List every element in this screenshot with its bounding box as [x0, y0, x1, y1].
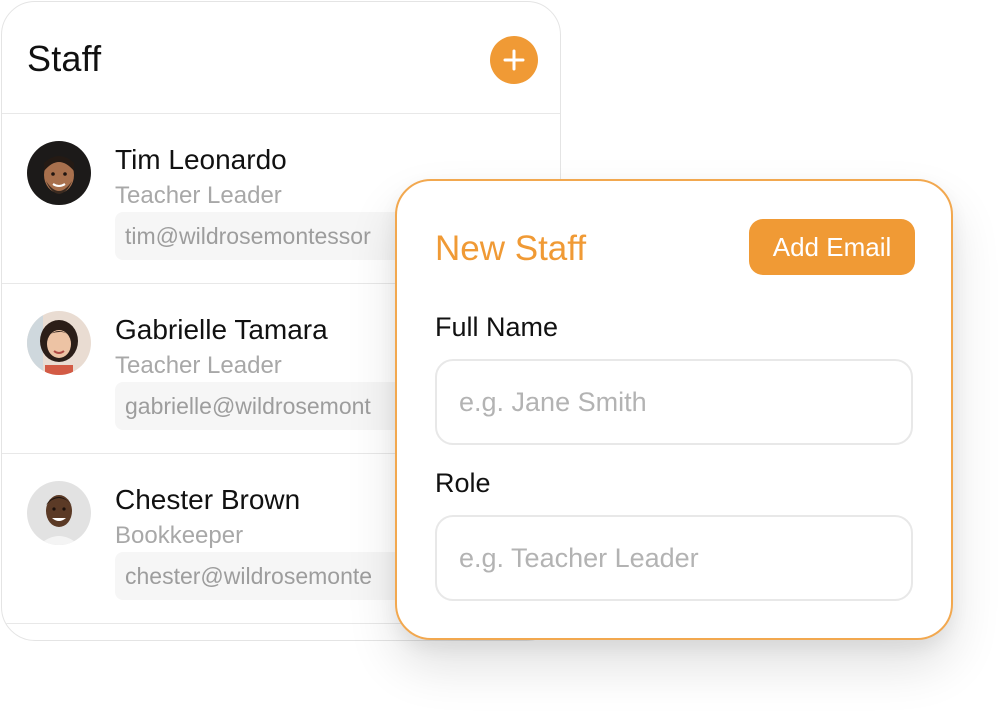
full-name-input[interactable] [435, 359, 913, 445]
staff-name: Chester Brown [115, 484, 301, 515]
avatar [27, 141, 91, 205]
staff-header: Staff [2, 2, 560, 114]
staff-role: Teacher Leader [115, 182, 282, 209]
avatar [27, 311, 91, 375]
new-staff-modal: New Staff Add Email Full Name Role [395, 179, 953, 640]
staff-name: Tim Leonardo [115, 144, 287, 175]
add-staff-button[interactable] [490, 36, 538, 84]
staff-role: Teacher Leader [115, 352, 282, 379]
modal-title: New Staff [435, 229, 587, 268]
role-input[interactable] [435, 515, 913, 601]
role-label: Role [435, 468, 491, 498]
add-email-button[interactable]: Add Email [749, 219, 915, 275]
plus-icon [503, 49, 525, 71]
staff-name: Gabrielle Tamara [115, 314, 328, 345]
full-name-label: Full Name [435, 312, 559, 342]
avatar [27, 481, 91, 545]
staff-title: Staff [27, 38, 102, 79]
staff-role: Bookkeeper [115, 522, 244, 549]
